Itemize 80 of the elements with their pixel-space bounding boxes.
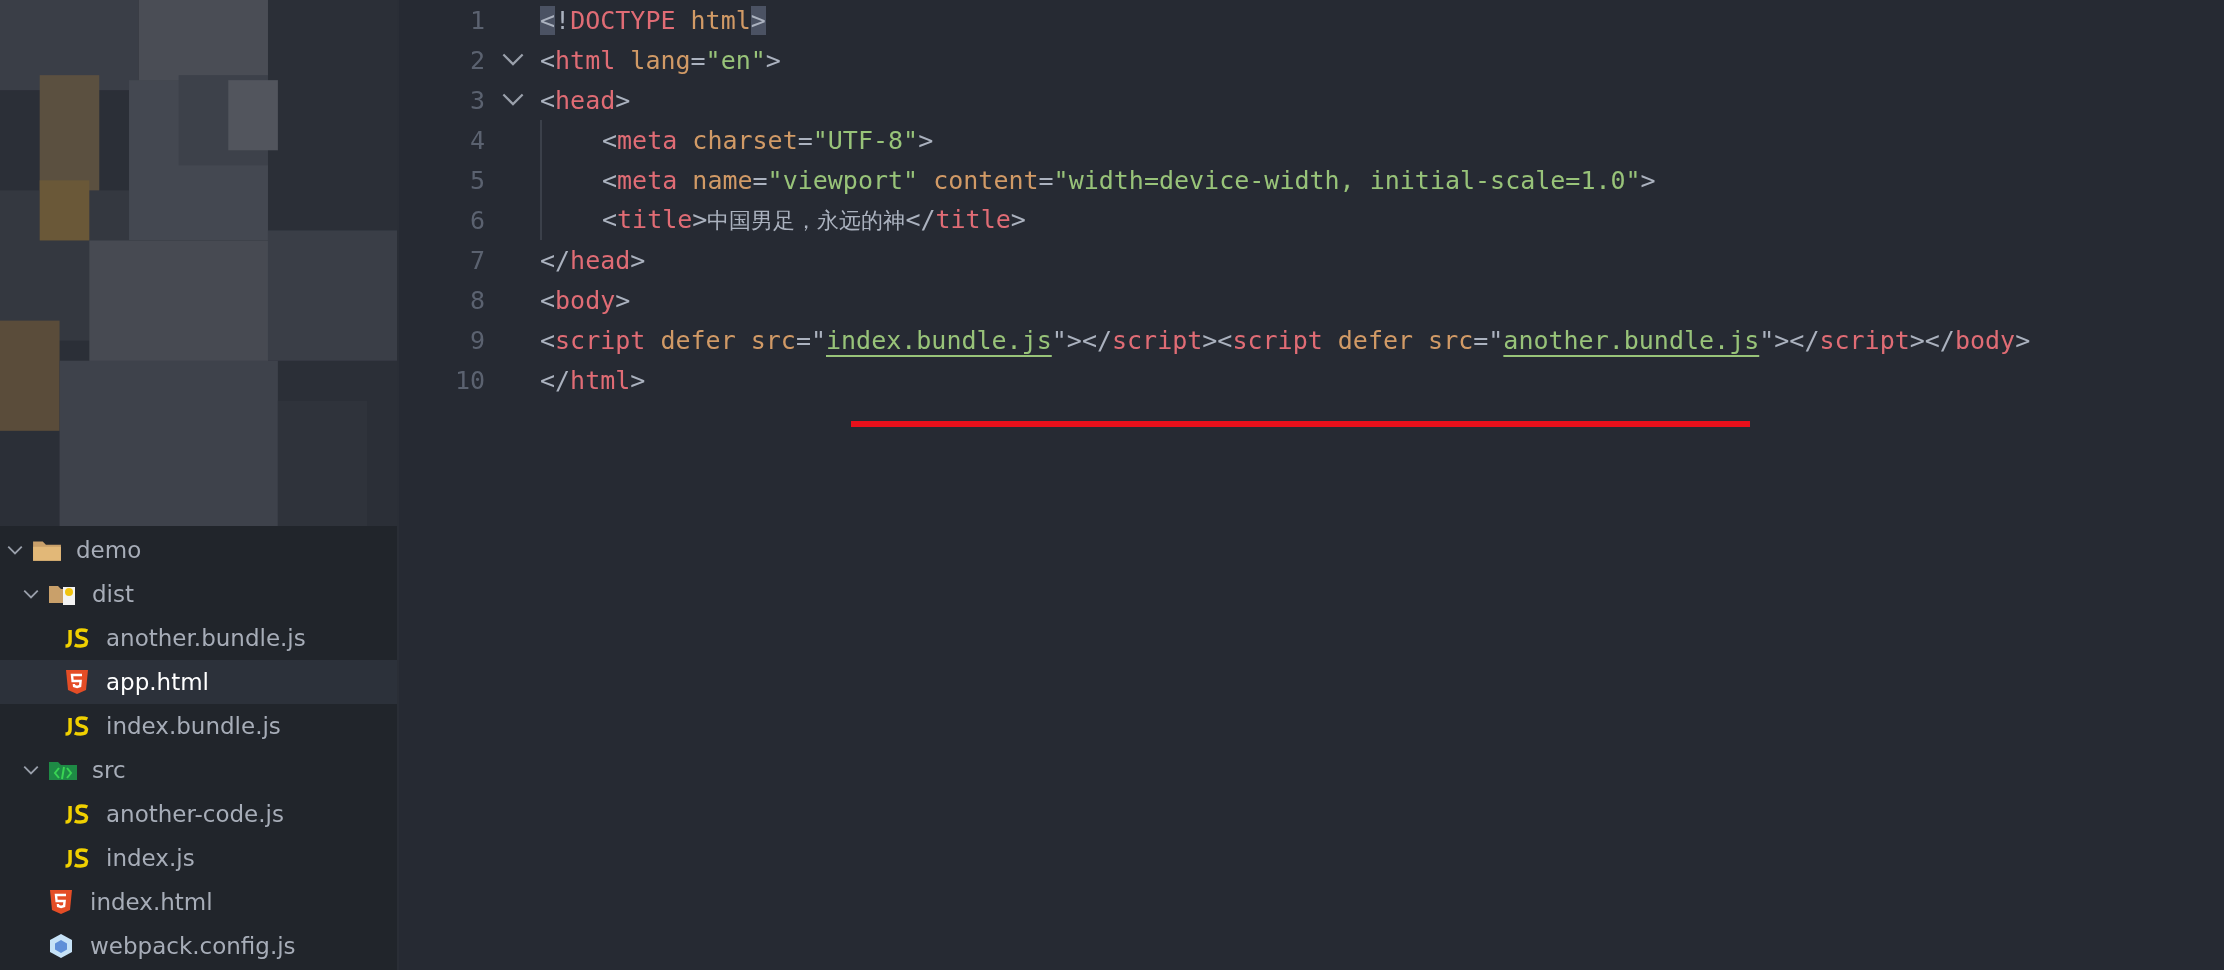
- code-punctuation: ></: [1909, 325, 1955, 355]
- code-punctuation: </: [540, 245, 571, 275]
- file-tree-item[interactable]: index.html: [0, 880, 397, 924]
- tag-name: script: [1232, 325, 1323, 355]
- line-number: 5: [468, 165, 485, 195]
- code-punctuation: =": [1473, 325, 1504, 355]
- code-punctuation: <: [540, 285, 556, 315]
- code-punctuation: >: [1010, 204, 1026, 234]
- file-tree-item[interactable]: webpack.config.js: [0, 924, 397, 968]
- attribute-name: lang: [629, 45, 691, 75]
- code-punctuation: =: [1038, 165, 1054, 195]
- line-number: 3: [468, 85, 485, 115]
- attribute-name: content: [932, 165, 1039, 195]
- attribute-name: defer src: [659, 325, 796, 355]
- file-tree-item[interactable]: another-code.js: [0, 792, 397, 836]
- line-number: 4: [468, 125, 485, 155]
- code-punctuation: >: [2015, 325, 2031, 355]
- code-punctuation: <: [540, 45, 556, 75]
- line-number: 8: [468, 285, 485, 315]
- code-punctuation: >: [615, 285, 631, 315]
- tag-name: body: [1954, 325, 2016, 355]
- tag-name: title: [617, 204, 693, 234]
- line-number: 1: [468, 5, 485, 35]
- code-punctuation: "></: [1051, 325, 1112, 355]
- attribute-name: html: [689, 5, 751, 35]
- attribute-name: name: [691, 165, 753, 195]
- tag-name: title: [935, 204, 1011, 234]
- line-number: 2: [468, 45, 485, 75]
- code-punctuation: >: [765, 45, 781, 75]
- code-punctuation: ><: [1202, 325, 1233, 355]
- file-tree-item[interactable]: app.html: [0, 660, 397, 704]
- matched-bracket: <: [540, 5, 556, 35]
- tag-name: script: [555, 325, 646, 355]
- line-number: 10: [453, 365, 485, 395]
- code-punctuation: <: [602, 204, 618, 234]
- file-tree-item[interactable]: demo: [0, 528, 397, 572]
- code-punctuation: <: [602, 165, 618, 195]
- file-tree-item[interactable]: src: [0, 748, 397, 792]
- attribute-value: "width=device-width, initial-scale=1.0": [1053, 165, 1641, 195]
- code-punctuation: =: [752, 165, 768, 195]
- file-tree-item[interactable]: index.js: [0, 836, 397, 880]
- code-text: 中国男足，永远的神: [707, 207, 906, 233]
- code-punctuation: >: [918, 125, 934, 155]
- code-punctuation: =: [690, 45, 706, 75]
- tag-name: script: [1819, 325, 1910, 355]
- code-punctuation: <: [540, 325, 556, 355]
- tag-name: script: [1112, 325, 1203, 355]
- code-punctuation: <: [602, 125, 618, 155]
- tag-name: head: [555, 85, 616, 115]
- code-punctuation: </: [540, 365, 571, 395]
- tag-name: DOCTYPE: [570, 5, 676, 35]
- file-tree-item[interactable]: dist: [0, 572, 397, 616]
- line-number: 7: [468, 245, 485, 275]
- line-number: 6: [468, 205, 485, 235]
- attribute-name: charset: [691, 125, 798, 155]
- code-punctuation: =": [795, 325, 826, 355]
- tag-name: html: [570, 365, 631, 395]
- file-tree-item[interactable]: index.bundle.js: [0, 704, 397, 748]
- tag-name: html: [555, 45, 616, 75]
- code-punctuation: "></: [1759, 325, 1820, 355]
- code-punctuation: </: [905, 204, 936, 234]
- attribute-value: "viewport": [767, 165, 919, 195]
- file-tree-item[interactable]: another.bundle.js: [0, 616, 397, 660]
- tag-name: meta: [617, 125, 678, 155]
- tag-name: head: [570, 245, 631, 275]
- attribute-value: "UTF-8": [812, 125, 919, 155]
- matched-bracket: >: [750, 5, 766, 35]
- code-punctuation: <: [540, 85, 556, 115]
- code-punctuation: >: [692, 204, 708, 234]
- code-punctuation: =: [797, 125, 813, 155]
- attribute-value: "en": [705, 45, 766, 75]
- code-punctuation: >: [615, 85, 631, 115]
- tag-name: body: [555, 285, 616, 315]
- tag-name: meta: [617, 165, 678, 195]
- line-number: 9: [468, 325, 485, 355]
- code-punctuation: >: [630, 245, 646, 275]
- code-punctuation: >: [630, 365, 646, 395]
- code-punctuation: >: [1640, 165, 1656, 195]
- attribute-name: defer src: [1336, 325, 1474, 355]
- code-punctuation: !: [555, 5, 571, 35]
